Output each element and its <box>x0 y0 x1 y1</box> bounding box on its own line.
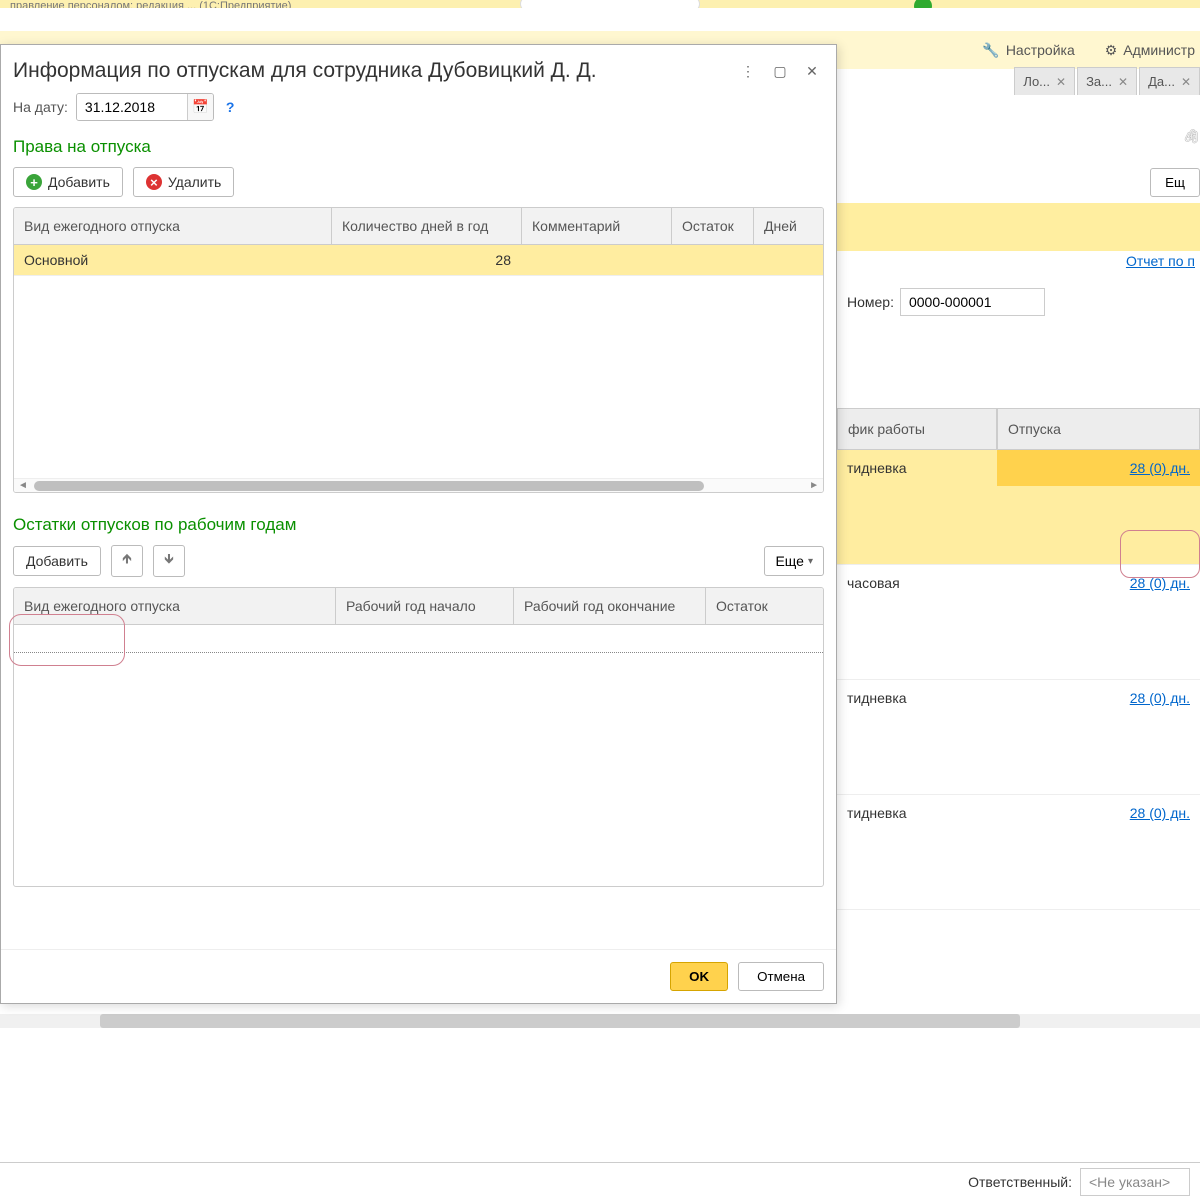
date-input[interactable] <box>77 94 187 120</box>
cancel-button[interactable]: Отмена <box>738 962 824 991</box>
attachment-icon[interactable]: 🖇 <box>1182 128 1200 146</box>
cell-schedule: тидневка <box>837 450 997 486</box>
section-remains-title: Остатки отпусков по рабочим годам <box>13 515 824 535</box>
tab-da[interactable]: Да...✕ <box>1139 67 1200 95</box>
scroll-left-icon[interactable]: ◄ <box>18 480 28 491</box>
status-bar: Ответственный: <box>0 1162 1200 1200</box>
responsible-field[interactable] <box>1080 1168 1190 1196</box>
move-down-button[interactable]: 🡻 <box>153 545 185 577</box>
col2-type[interactable]: Вид ежегодного отпуска <box>14 588 336 624</box>
highlight-annotation <box>1120 530 1200 578</box>
cell-days: 28 <box>332 245 522 275</box>
cell-schedule: тидневка <box>837 795 997 831</box>
background-form: 🖇 Ещ Отчет по п Номер: фик работы Отпуск… <box>837 98 1200 1200</box>
menu-settings[interactable]: 🔧 Настройка <box>982 42 1074 59</box>
col2-start[interactable]: Рабочий год начало <box>336 588 514 624</box>
close-icon[interactable]: ✕ <box>1056 75 1066 89</box>
close-icon[interactable]: ✕ <box>1118 75 1128 89</box>
bg-col-schedule: фик работы <box>837 408 997 450</box>
number-field[interactable] <box>900 288 1045 316</box>
col-days[interactable]: Количество дней в год <box>332 208 522 244</box>
delete-button[interactable]: × Удалить <box>133 167 234 197</box>
highlight-band <box>837 203 1200 251</box>
vacation-link[interactable]: 28 (0) дн. <box>1130 690 1190 706</box>
col-type[interactable]: Вид ежегодного отпуска <box>14 208 332 244</box>
horizontal-scrollbar-bg[interactable] <box>0 1014 1200 1028</box>
gear-icon: ⚙ <box>1105 42 1118 59</box>
calendar-icon[interactable]: 📅 <box>187 94 213 120</box>
arrow-up-icon: 🡹 <box>122 550 132 572</box>
table-row[interactable]: часовая 28 (0) дн. <box>837 565 1200 680</box>
remains-table: Вид ежегодного отпуска Рабочий год начал… <box>13 587 824 887</box>
chevron-down-icon: ▾ <box>808 556 813 567</box>
col-days2[interactable]: Дней <box>754 208 823 244</box>
more-button-bg[interactable]: Ещ <box>1150 168 1200 197</box>
cell-d <box>754 245 823 275</box>
cross-icon: × <box>146 174 162 190</box>
date-label: На дату: <box>13 99 68 115</box>
add-button-2[interactable]: Добавить <box>13 546 101 576</box>
report-link[interactable]: Отчет по п <box>1126 253 1195 269</box>
rights-table: Вид ежегодного отпуска Количество дней в… <box>13 207 824 493</box>
cell-rest <box>672 245 754 275</box>
col2-rest[interactable]: Остаток <box>706 588 823 624</box>
maximize-icon[interactable]: ▢ <box>768 59 792 83</box>
ok-button[interactable]: OK <box>670 962 728 991</box>
arrow-down-icon: 🡻 <box>164 550 174 572</box>
table-row[interactable]: Основной 28 <box>14 245 823 276</box>
add-button[interactable]: + Добавить <box>13 167 123 197</box>
col-rest[interactable]: Остаток <box>672 208 754 244</box>
app-title-partial: правление персоналом; редакция ... (1С:П… <box>0 0 1200 8</box>
document-tabs: Ло...✕ За...✕ Да...✕ <box>1014 65 1200 97</box>
section-rights-title: Права на отпуска <box>13 137 824 157</box>
col-comment[interactable]: Комментарий <box>522 208 672 244</box>
tab-za[interactable]: За...✕ <box>1077 67 1137 95</box>
number-label: Номер: <box>847 294 894 310</box>
vacation-link[interactable]: 28 (0) дн. <box>1130 805 1190 821</box>
vacation-link[interactable]: 28 (0) дн. <box>1130 460 1190 476</box>
table-row[interactable]: тидневка 28 (0) дн. <box>837 680 1200 795</box>
move-up-button[interactable]: 🡹 <box>111 545 143 577</box>
menu-admin[interactable]: ⚙ Администр <box>1105 42 1195 59</box>
vacation-info-dialog: Информация по отпускам для сотрудника Ду… <box>0 44 837 1004</box>
wrench-icon: 🔧 <box>982 42 999 59</box>
cell-comment <box>522 245 672 275</box>
global-search[interactable] <box>520 0 700 8</box>
kebab-icon[interactable]: ⋮ <box>736 59 760 83</box>
cell-type: Основной <box>14 245 332 275</box>
scroll-right-icon[interactable]: ► <box>809 480 819 491</box>
dialog-title: Информация по отпускам для сотрудника Ду… <box>13 59 728 83</box>
table-row[interactable]: тидневка 28 (0) дн. <box>837 795 1200 910</box>
help-icon[interactable]: ? <box>222 99 239 115</box>
cell-schedule: тидневка <box>837 680 997 716</box>
more-button[interactable]: Еще ▾ <box>764 546 824 576</box>
col2-end[interactable]: Рабочий год окончание <box>514 588 706 624</box>
cell-schedule: часовая <box>837 565 997 601</box>
status-indicator-icon <box>914 0 932 8</box>
horizontal-scrollbar[interactable]: ◄ ► <box>14 478 823 492</box>
empty-row[interactable] <box>14 625 823 653</box>
responsible-label: Ответственный: <box>968 1174 1072 1190</box>
close-icon[interactable]: ✕ <box>1181 75 1191 89</box>
plus-icon: + <box>26 174 42 190</box>
tab-lo[interactable]: Ло...✕ <box>1014 67 1075 95</box>
close-icon[interactable]: ✕ <box>800 59 824 83</box>
bg-col-vacation: Отпуска <box>997 408 1200 450</box>
